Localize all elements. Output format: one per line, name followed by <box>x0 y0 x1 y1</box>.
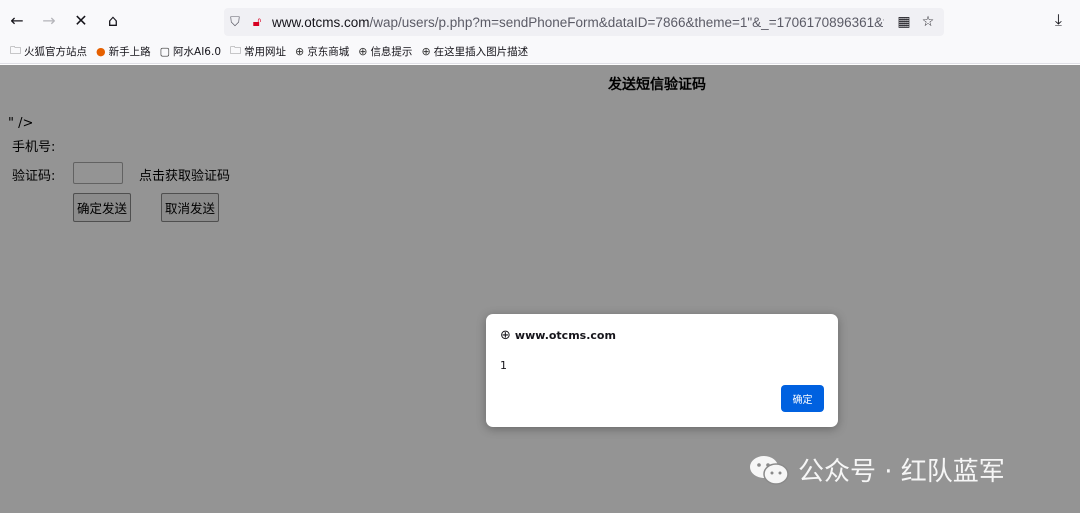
stop-icon[interactable]: ✕ <box>66 5 96 35</box>
browser-toolbar: ← → ✕ ⌂ ⛉ 🔓︎ www.otcms.com/wap/users/p.p… <box>0 0 1080 40</box>
home-icon[interactable]: ⌂ <box>98 5 128 35</box>
bookmark-item[interactable]: ⊕ 信息提示 <box>358 44 412 59</box>
bookmark-item[interactable]: 🗀︎ 火狐官方站点 <box>10 42 87 61</box>
forward-icon[interactable]: → <box>34 5 64 35</box>
wechat-icon <box>750 455 789 485</box>
bookmarks-bar: 🗀︎ 火狐官方站点 ● 新手上路 ▢ 阿水AI6.0 🗀︎ 常用网址 ⊕ 京东商… <box>0 40 1080 64</box>
dialog-header: ⊕ www.otcms.com <box>500 328 616 343</box>
bookmark-item[interactable]: ● 新手上路 <box>96 44 151 59</box>
dialog-ok-button[interactable]: 确定 <box>781 385 824 412</box>
globe-icon: ⊕ <box>500 328 511 343</box>
url-text[interactable]: www.otcms.com/wap/users/p.php?m=sendPhon… <box>272 15 884 30</box>
bookmark-item[interactable]: ⊕ 在这里插入图片描述 <box>421 44 528 59</box>
ai-icon: ▢ <box>159 45 171 58</box>
bookmark-item[interactable]: ⊕ 京东商城 <box>295 44 349 59</box>
bookmark-label: 常用网址 <box>244 46 286 58</box>
folder-icon: 🗀︎ <box>230 44 241 57</box>
insecure-lock-icon[interactable]: 🔓︎ <box>246 15 268 30</box>
dialog-message: 1 <box>500 359 507 372</box>
bookmark-label: 信息提示 <box>370 46 413 58</box>
bookmark-label: 京东商城 <box>307 46 350 58</box>
firefox-icon: ● <box>96 45 106 58</box>
watermark: 公众号 · 红队蓝军 <box>748 451 1005 488</box>
download-icon[interactable]: ⤓ <box>1055 10 1062 30</box>
bookmark-label: 在这里插入图片描述 <box>433 46 529 58</box>
bookmark-star-icon[interactable]: ☆ <box>916 14 940 30</box>
bookmark-label: 新手上路 <box>108 46 151 58</box>
globe-icon: ⊕ <box>358 45 368 58</box>
bookmark-item[interactable]: ▢ 阿水AI6.0 <box>160 44 221 59</box>
bookmark-item[interactable]: 🗀︎ 常用网址 <box>230 42 286 61</box>
watermark-text: 公众号 · 红队蓝军 <box>798 457 1005 487</box>
url-host: www.otcms.com <box>272 14 370 30</box>
shield-icon[interactable]: ⛉ <box>224 15 246 30</box>
bookmark-label: 火狐官方站点 <box>24 46 87 58</box>
bookmark-label: 阿水AI6.0 <box>173 46 221 58</box>
url-bar[interactable]: ⛉ 🔓︎ www.otcms.com/wap/users/p.php?m=sen… <box>224 8 944 36</box>
globe-icon: ⊕ <box>295 45 305 58</box>
alert-dialog: ⊕ www.otcms.com 1 确定 <box>486 314 838 427</box>
folder-icon: 🗀︎ <box>10 44 21 57</box>
back-icon[interactable]: ← <box>2 5 32 35</box>
modal-overlay <box>0 65 1080 513</box>
dialog-origin: www.otcms.com <box>514 329 616 342</box>
url-path: /wap/users/p.php?m=sendPhoneForm&dataID=… <box>369 14 884 30</box>
globe-icon: ⊕ <box>421 45 431 58</box>
qr-code-icon[interactable]: ▦ <box>892 14 916 30</box>
